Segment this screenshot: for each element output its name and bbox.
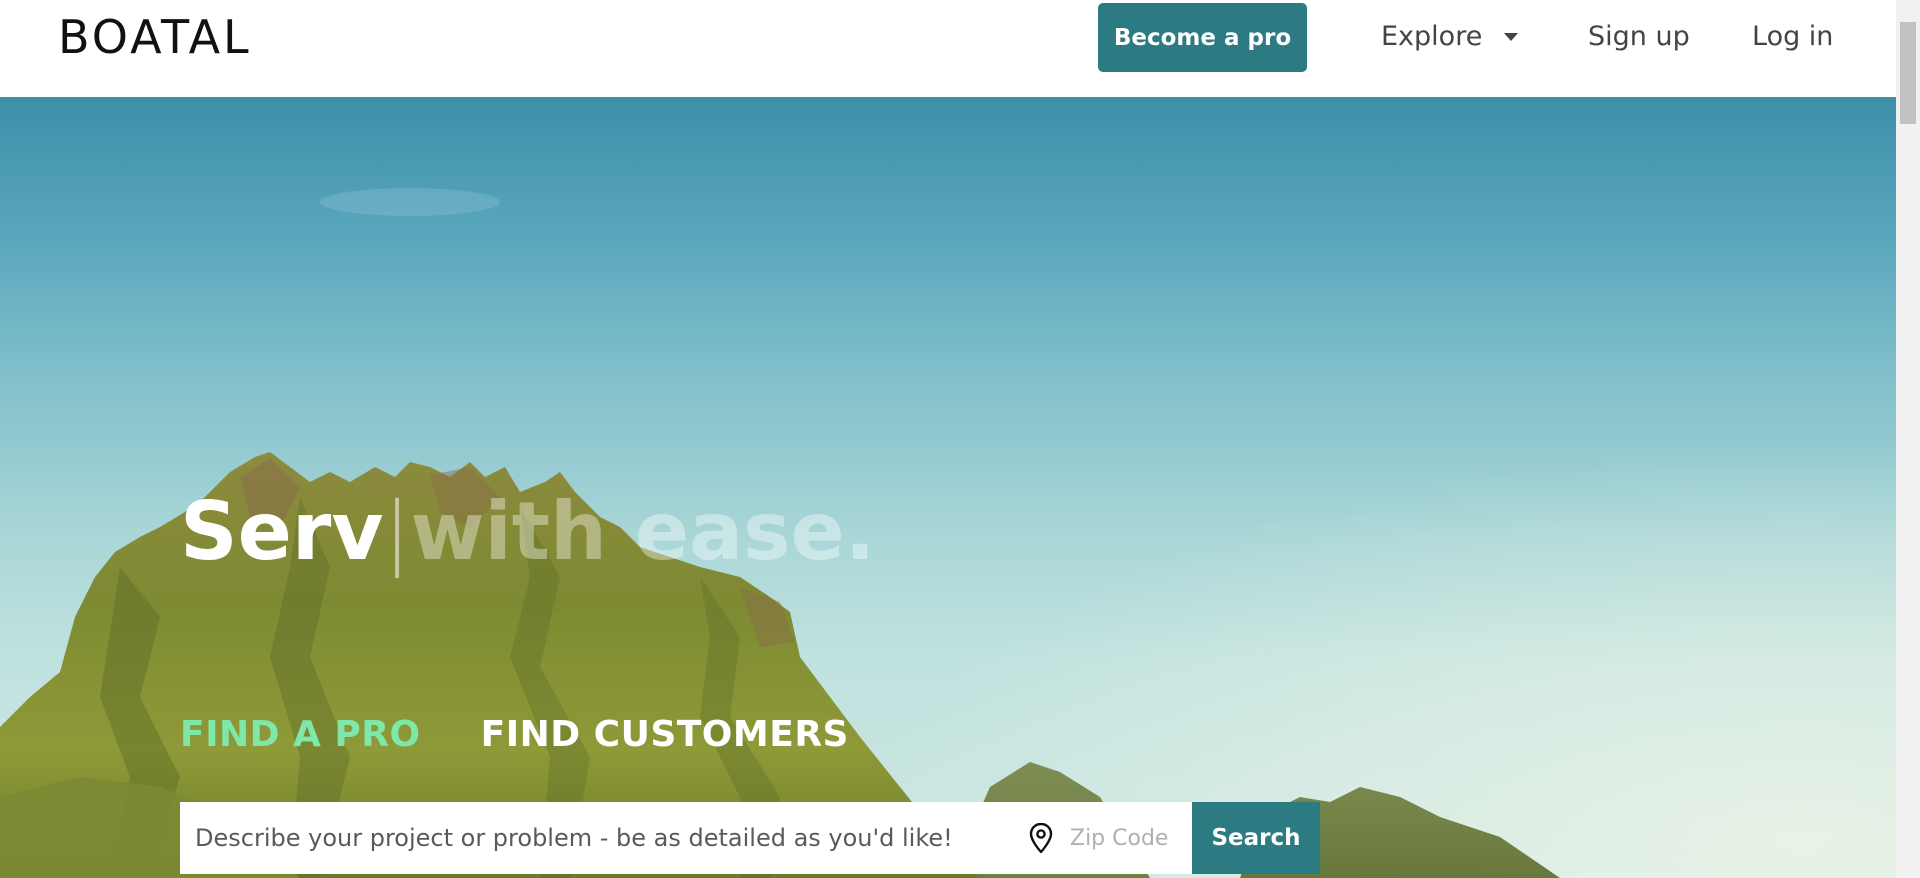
nav-explore-label: Explore xyxy=(1381,20,1483,52)
search-button[interactable]: Search xyxy=(1192,802,1320,874)
map-pin-icon xyxy=(1029,823,1053,853)
logo[interactable]: BOATAL xyxy=(58,12,252,62)
headline-typed-text: Serv xyxy=(180,485,384,578)
project-input-wrapper xyxy=(180,802,1018,874)
caret-down-icon xyxy=(1504,33,1519,41)
typing-cursor: | xyxy=(383,485,411,578)
hero-headline: Serv|with ease. xyxy=(180,482,875,582)
zip-code-input[interactable] xyxy=(1070,802,1180,874)
nav-login-link[interactable]: Log in xyxy=(1752,16,1833,56)
nav-explore[interactable]: Explore xyxy=(1381,16,1519,56)
search-mode-tabs: FIND A PRO FIND CUSTOMERS xyxy=(180,714,849,755)
zip-input-wrapper xyxy=(1018,802,1192,874)
search-bar: Search xyxy=(180,802,1320,874)
hero-section: Serv|with ease. FIND A PRO FIND CUSTOMER… xyxy=(0,97,1896,878)
nav-signup-link[interactable]: Sign up xyxy=(1588,16,1690,56)
headline-faded-text: with ease. xyxy=(410,485,876,578)
tab-find-customers[interactable]: FIND CUSTOMERS xyxy=(481,714,849,755)
site-header: BOATAL Become a pro Explore Sign up Log … xyxy=(0,0,1896,97)
project-description-input[interactable] xyxy=(195,802,1018,874)
become-pro-button[interactable]: Become a pro xyxy=(1098,3,1307,72)
page-scrollbar[interactable] xyxy=(1896,0,1920,878)
tab-find-a-pro[interactable]: FIND A PRO xyxy=(180,714,421,755)
scrollbar-thumb[interactable] xyxy=(1900,22,1916,124)
